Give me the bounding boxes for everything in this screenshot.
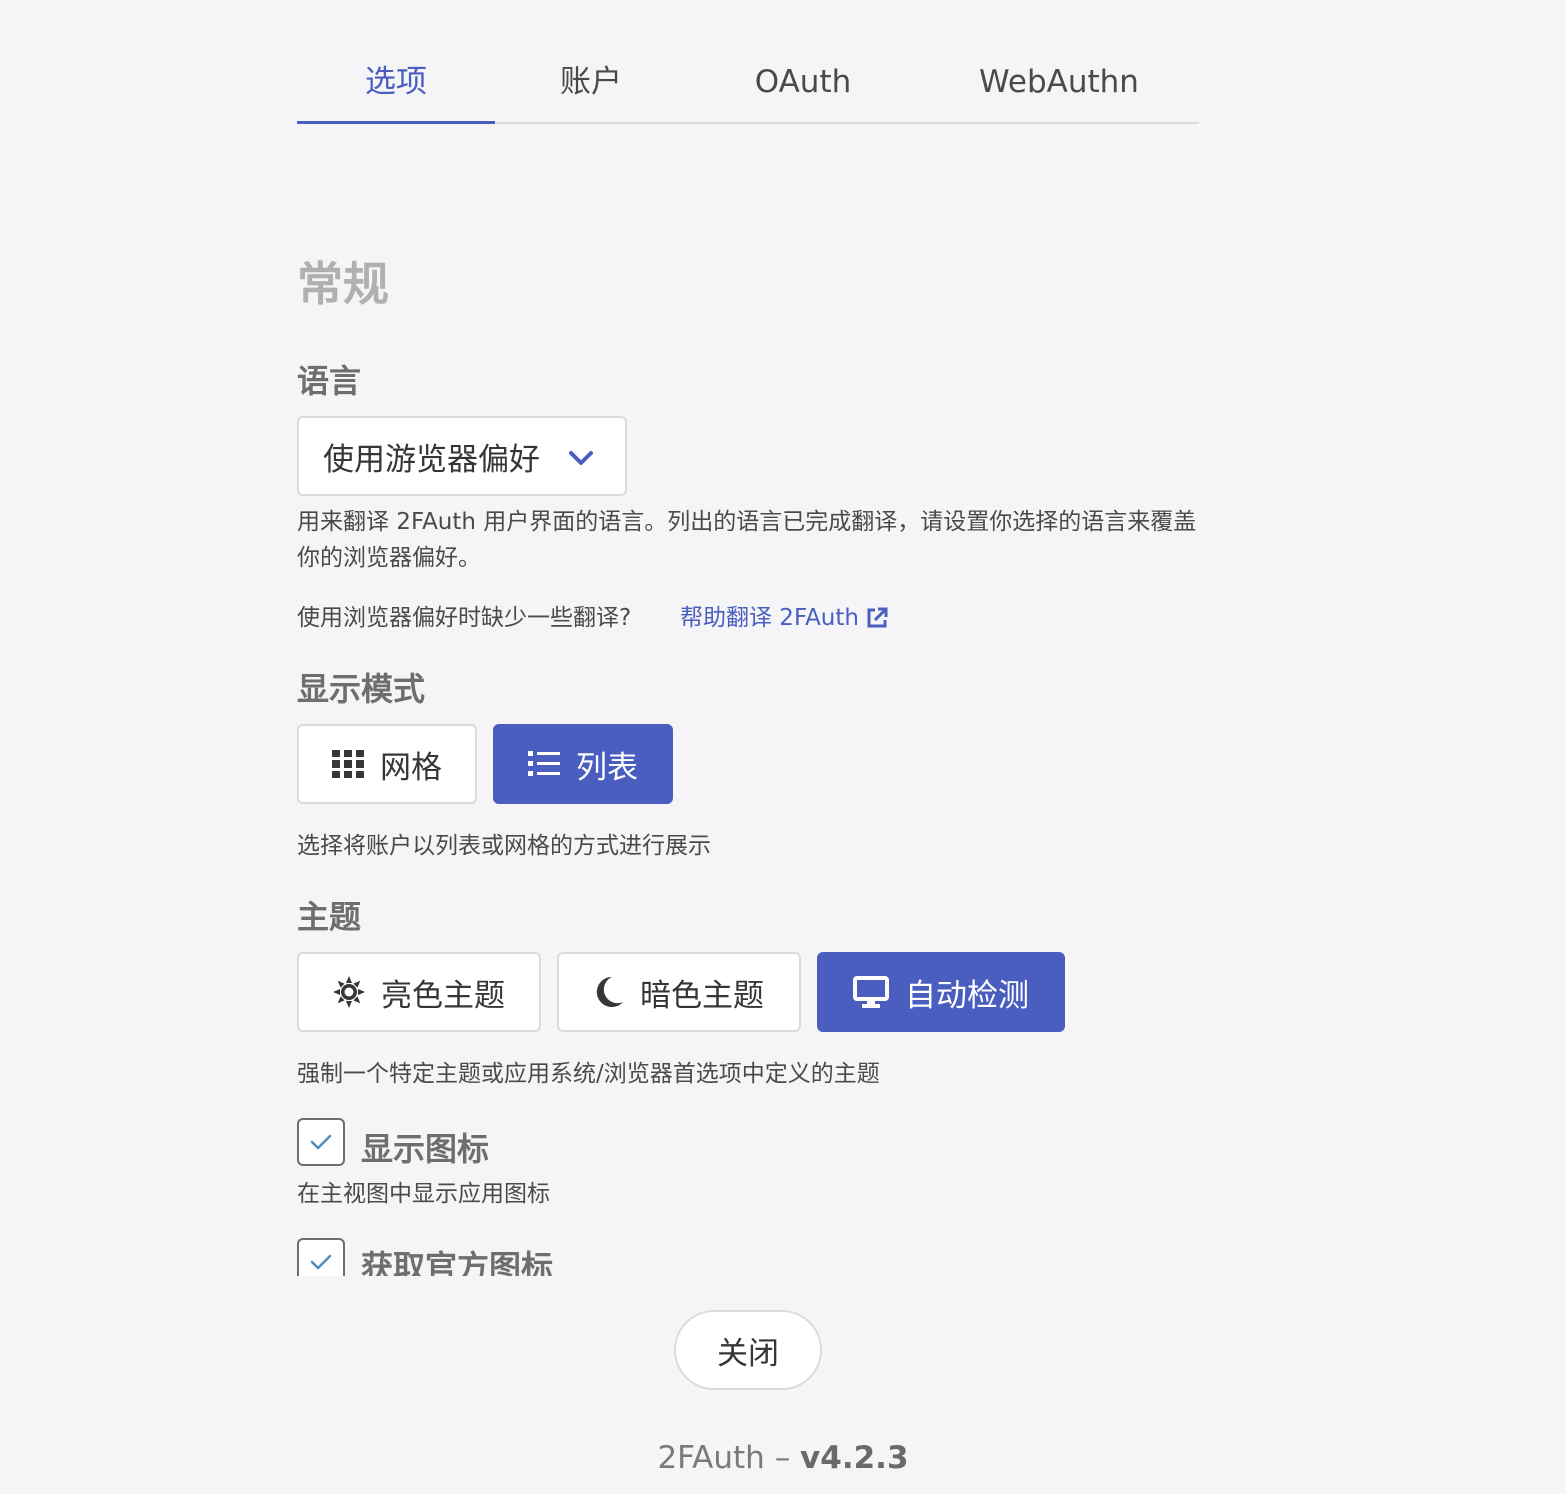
tab-oauth[interactable]: OAuth [687, 40, 919, 124]
show-icons-checkbox[interactable] [297, 1118, 345, 1166]
sun-icon [333, 976, 365, 1008]
checkmark-icon [310, 1254, 332, 1270]
tab-options[interactable]: 选项 [297, 40, 495, 124]
show-icons-label[interactable]: 显示图标 [361, 1124, 489, 1170]
close-button[interactable]: 关闭 [674, 1310, 822, 1390]
dark-theme-label: 暗色主题 [640, 977, 764, 1014]
theme-help: 强制一个特定主题或应用系统/浏览器首选项中定义的主题 [297, 1061, 880, 1087]
theme-label: 主题 [297, 898, 362, 936]
help-translate-label: 帮助翻译 2FAuth [680, 605, 859, 631]
language-label: 语言 [297, 362, 362, 400]
display-mode-help: 选择将账户以列表或网格的方式进行展示 [297, 833, 711, 859]
grid-button-label: 网格 [380, 749, 442, 786]
language-select[interactable]: 使用游览器偏好 [297, 416, 627, 496]
checkmark-icon [310, 1134, 332, 1150]
show-icons-help: 在主视图中显示应用图标 [297, 1181, 550, 1207]
language-missing-text: 使用浏览器偏好时缺少一些翻译? [297, 605, 632, 631]
desktop-icon [853, 976, 889, 1008]
grid-button[interactable]: 网格 [297, 724, 477, 804]
language-help: 用来翻译 2FAuth 用户界面的语言。列出的语言已完成翻译，请设置你选择的语言… [297, 509, 1197, 571]
light-theme-button[interactable]: 亮色主题 [297, 952, 541, 1032]
footer-version: 2FAuth – v4.2.3 [0, 1440, 1566, 1476]
external-link-icon [867, 607, 888, 628]
dark-theme-button[interactable]: 暗色主题 [557, 952, 801, 1032]
fetch-icons-label[interactable]: 获取官方图标 [361, 1242, 553, 1276]
chevron-down-icon [569, 451, 593, 465]
settings-tabs: 选项 账户 OAuth WebAuthn [297, 40, 1199, 124]
tab-accounts[interactable]: 账户 [495, 40, 687, 124]
fetch-icons-checkbox[interactable] [297, 1238, 345, 1276]
light-theme-label: 亮色主题 [381, 977, 505, 1014]
tab-webauthn[interactable]: WebAuthn [919, 40, 1199, 124]
auto-theme-button[interactable]: 自动检测 [817, 952, 1065, 1032]
list-button[interactable]: 列表 [493, 724, 673, 804]
grid-icon [332, 750, 364, 778]
auto-theme-label: 自动检测 [905, 977, 1029, 1014]
moon-icon [596, 976, 623, 1007]
language-select-value: 使用游览器偏好 [323, 441, 540, 478]
help-translate-link[interactable]: 帮助翻译 2FAuth [680, 600, 889, 636]
list-icon [528, 751, 560, 776]
settings-form[interactable]: 常规 语言 使用游览器偏好 用来翻译 2FAuth 用户界面的语言。列出的语言已… [297, 124, 1199, 1276]
display-mode-label: 显示模式 [297, 670, 426, 708]
footer-app-name: 2FAuth [657, 1440, 765, 1476]
footer-separator: – [774, 1440, 791, 1476]
footer-version-number: v4.2.3 [800, 1440, 909, 1476]
section-title: 常规 [297, 257, 389, 311]
list-button-label: 列表 [576, 749, 638, 786]
